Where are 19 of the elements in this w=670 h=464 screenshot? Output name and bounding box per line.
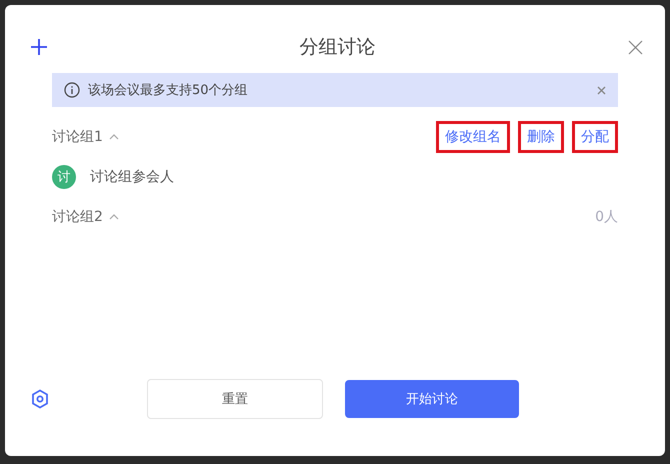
member-count: 0人 bbox=[595, 208, 618, 226]
action-link[interactable]: 删除 bbox=[518, 121, 564, 153]
notice-text: 该场会议最多支持50个分组 bbox=[88, 82, 249, 99]
chevron-icon bbox=[108, 134, 119, 140]
start-button[interactable]: 开始讨论 bbox=[345, 380, 519, 418]
group-header[interactable]: 讨论组1 bbox=[52, 128, 119, 146]
close-icon[interactable] bbox=[628, 40, 643, 54]
action-link[interactable]: 修改组名 bbox=[436, 121, 510, 153]
reset-button[interactable]: 重置 bbox=[147, 379, 323, 419]
member-name: 讨论组参会人 bbox=[90, 168, 174, 186]
avatar: 讨 bbox=[52, 165, 76, 189]
close-icon[interactable] bbox=[597, 86, 606, 94]
chevron-icon bbox=[108, 214, 119, 220]
settings-icon[interactable] bbox=[31, 389, 49, 409]
add-icon[interactable] bbox=[31, 39, 47, 55]
group-header[interactable]: 讨论组2 bbox=[52, 208, 119, 226]
action-link[interactable]: 分配 bbox=[572, 121, 618, 153]
dialog-title: 分组讨论 bbox=[300, 35, 376, 60]
info-icon bbox=[64, 82, 80, 98]
